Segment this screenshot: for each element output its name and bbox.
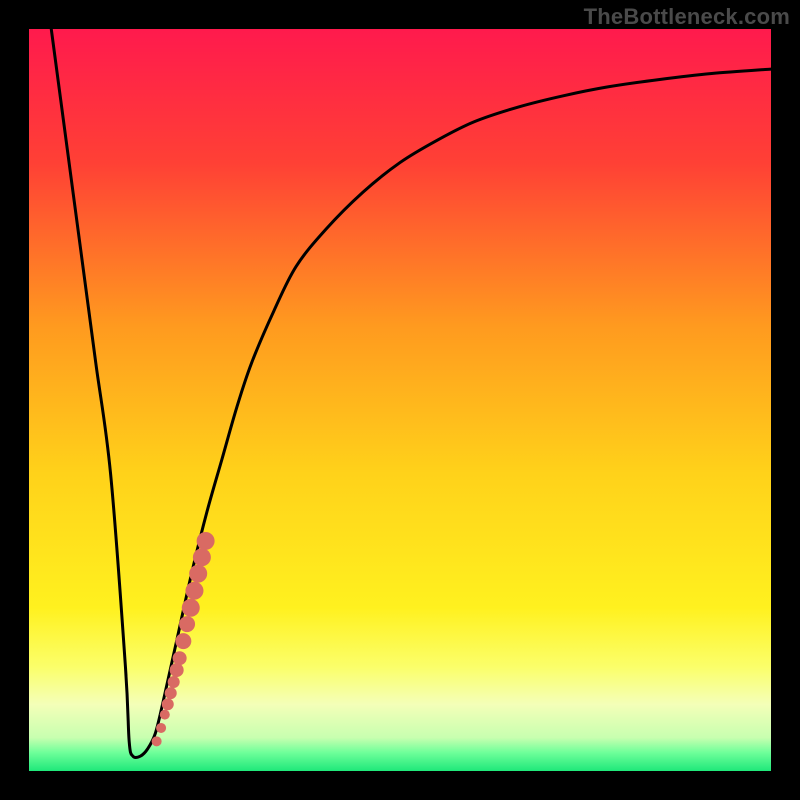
marker-dot — [189, 565, 207, 583]
marker-dot — [152, 736, 162, 746]
marker-dot — [160, 710, 170, 720]
plot-area — [29, 29, 771, 771]
marker-dot — [170, 663, 184, 677]
marker-dot — [168, 676, 180, 688]
marker-dot — [156, 723, 166, 733]
marker-dot — [175, 633, 191, 649]
marker-cluster — [152, 532, 215, 746]
marker-dot — [197, 532, 215, 550]
marker-dot — [193, 548, 211, 566]
marker-dot — [162, 698, 174, 710]
marker-dot — [165, 687, 177, 699]
bottleneck-curve — [51, 29, 771, 758]
chart-svg — [29, 29, 771, 771]
marker-dot — [185, 582, 203, 600]
attribution-label: TheBottleneck.com — [584, 4, 790, 30]
marker-dot — [179, 616, 195, 632]
chart-frame: TheBottleneck.com — [0, 0, 800, 800]
marker-dot — [182, 599, 200, 617]
marker-dot — [173, 651, 187, 665]
